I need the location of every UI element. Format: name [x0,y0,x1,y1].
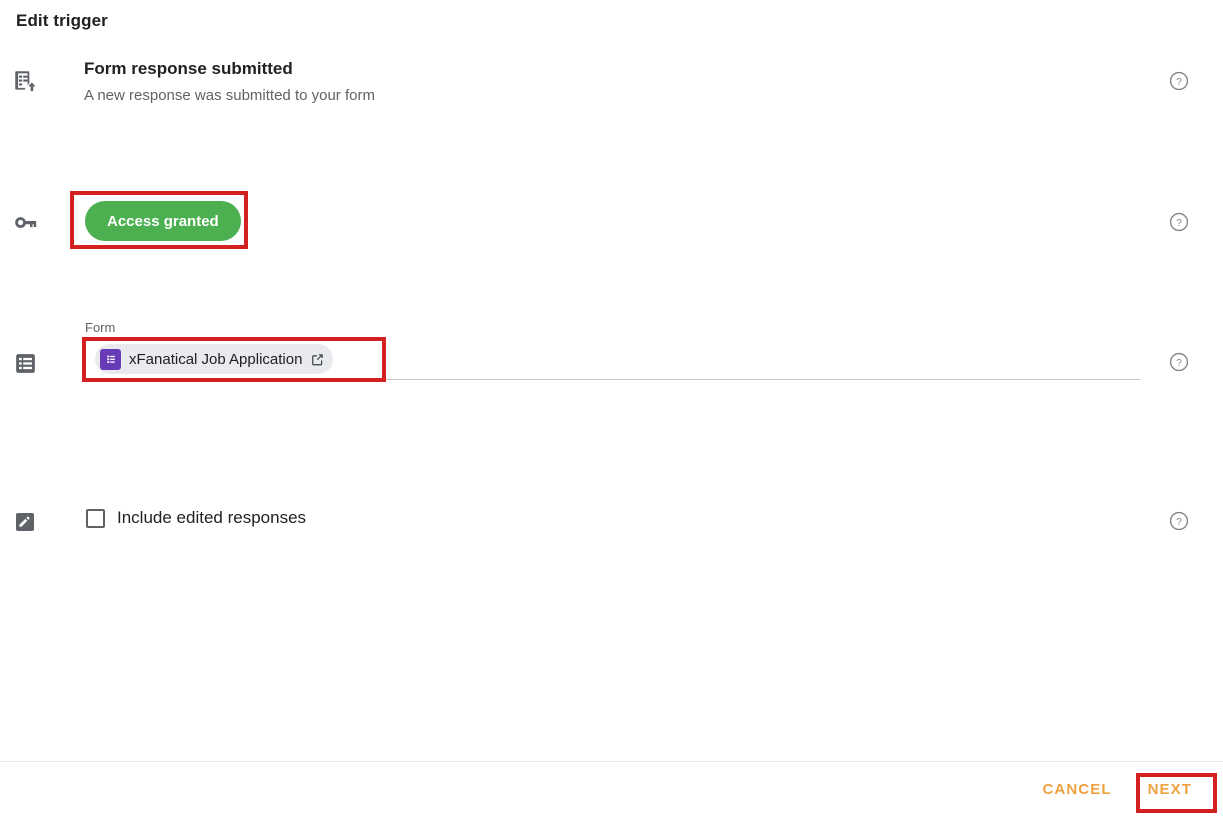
authorization-row: Access granted ? [0,112,1223,249]
next-button[interactable]: NEXT [1135,772,1205,807]
google-forms-icon [100,348,121,370]
edit-pencil-icon [8,505,42,539]
include-edited-responses-checkbox[interactable]: Include edited responses [86,508,306,528]
form-field-label: Form [85,320,116,335]
page-title: Edit trigger [16,11,108,30]
trigger-type-row: Form response submitted A new response w… [0,50,1223,112]
trigger-title: Form response submitted [84,59,293,78]
edited-responses-row: Include edited responses ? [0,250,1223,531]
help-circle-icon[interactable]: ? [1168,70,1192,94]
list-icon [8,346,42,380]
open-in-new-icon[interactable] [310,352,325,367]
help-circle-icon[interactable]: ? [1168,351,1192,375]
checkbox-label: Include edited responses [117,508,307,527]
form-chip-label: xFanatical Job Application [129,350,303,368]
form-select-row: Form xFanatical Job Application ? [0,172,1223,382]
trigger-form: Form response submitted A new response w… [0,50,1223,531]
checkbox-box[interactable] [86,508,105,528]
form-chip[interactable]: xFanatical Job Application [95,344,334,374]
svg-text:?: ? [1176,358,1182,369]
form-submit-icon [8,64,42,98]
trigger-subtitle: A new response was submitted to your for… [84,87,375,104]
svg-text:?: ? [1176,77,1182,88]
svg-text:?: ? [1176,517,1182,528]
dialog-footer: CANCEL NEXT [0,761,1223,817]
help-circle-icon[interactable]: ? [1168,510,1192,534]
form-field-underline [85,379,1140,380]
cancel-button[interactable]: CANCEL [1029,772,1124,807]
